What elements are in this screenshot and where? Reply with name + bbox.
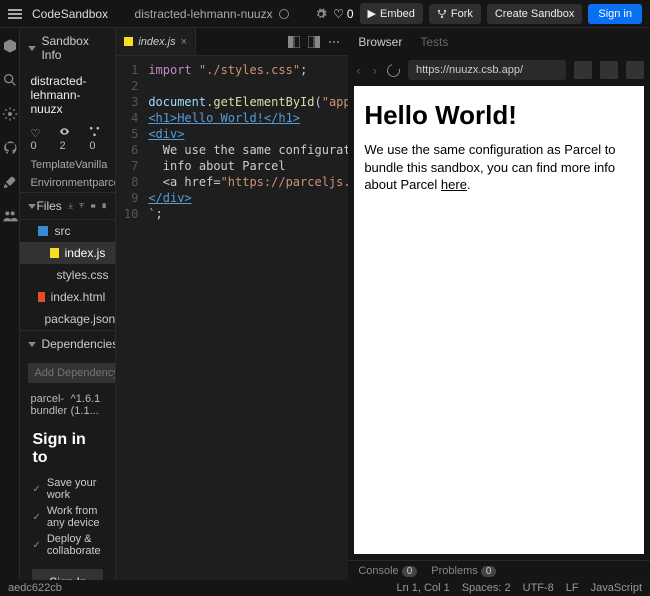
dependencies-header[interactable]: Dependencies xyxy=(20,330,115,357)
template-value: Vanilla xyxy=(75,159,107,171)
editor-pane: index.js × 12345678910 import "./styles.… xyxy=(116,28,348,580)
encoding-indicator[interactable]: UTF-8 xyxy=(523,582,554,594)
sidebar: Sandbox Info distracted-lehmann-nuuzx ♡ … xyxy=(20,28,116,580)
signin-benefit-2: Work from any device xyxy=(32,505,103,529)
close-tab-icon[interactable]: × xyxy=(181,36,187,48)
eol-indicator[interactable]: LF xyxy=(566,582,579,594)
globe-icon xyxy=(279,9,289,19)
search-icon[interactable] xyxy=(2,72,18,88)
js-icon xyxy=(50,248,58,258)
back-icon[interactable]: ‹ xyxy=(354,63,362,78)
preview-opt1-icon[interactable] xyxy=(574,61,592,79)
cube-icon[interactable] xyxy=(2,38,18,54)
folder-src[interactable]: src xyxy=(20,220,115,242)
file-styles-css[interactable]: styles.css xyxy=(20,264,115,286)
signin-button[interactable]: Sign in xyxy=(588,4,642,24)
activity-rail xyxy=(0,28,20,580)
env-value: parcel xyxy=(92,177,116,189)
signin-title: Sign in to xyxy=(32,431,103,467)
file-package-json[interactable]: package.json xyxy=(20,308,115,330)
console-tab[interactable]: Console 0 xyxy=(358,565,417,577)
likes[interactable]: ♡ 0 xyxy=(333,7,353,21)
language-indicator[interactable]: JavaScript xyxy=(591,582,642,594)
file-index-html[interactable]: index.html xyxy=(20,286,115,308)
open-new-window-icon[interactable] xyxy=(626,61,644,79)
dependency-row[interactable]: parcel-bundler^1.6.1 (1.1... xyxy=(20,389,115,421)
forward-icon[interactable]: › xyxy=(371,63,379,78)
files-header[interactable]: Files xyxy=(20,192,115,220)
preview-paragraph: We use the same configuration as Parcel … xyxy=(364,141,634,194)
fork-button[interactable]: Fork xyxy=(429,4,481,24)
preview-heading: Hello World! xyxy=(364,100,634,131)
view-count: 2 xyxy=(59,126,75,152)
app-name: CodeSandbox xyxy=(32,7,108,21)
line-gutter: 12345678910 xyxy=(116,56,144,580)
split-left-icon[interactable] xyxy=(288,36,300,48)
new-file-icon[interactable] xyxy=(102,201,107,211)
here-link[interactable]: here xyxy=(441,177,467,192)
commit-hash[interactable]: aedc622cb xyxy=(8,582,62,594)
heart-count: ♡ 0 xyxy=(30,127,45,152)
download-icon[interactable] xyxy=(68,201,73,211)
github-icon[interactable] xyxy=(2,140,18,156)
sandbox-info-header[interactable]: Sandbox Info xyxy=(20,28,115,68)
problems-tab[interactable]: Problems 0 xyxy=(431,565,496,577)
folder-icon xyxy=(38,226,48,236)
add-dependency-input[interactable] xyxy=(28,363,116,383)
editor-tab-indexjs[interactable]: index.js × xyxy=(116,28,196,55)
sidebar-signin-button[interactable]: Sign In xyxy=(32,569,103,580)
sandbox-name: distracted-lehmann-nuuzx xyxy=(20,68,115,122)
settings-icon[interactable] xyxy=(315,8,327,20)
signin-benefit-3: Deploy & collaborate xyxy=(32,533,103,557)
preview-opt2-icon[interactable] xyxy=(600,61,618,79)
preview-pane: Browser Tests ‹ › Hello World! We use th… xyxy=(348,28,650,580)
preview-frame: Hello World! We use the same configurati… xyxy=(354,86,644,554)
split-right-icon[interactable] xyxy=(308,36,320,48)
code-body[interactable]: import "./styles.css"; document.getEleme… xyxy=(144,56,348,580)
settings-rail-icon[interactable] xyxy=(2,106,18,122)
create-sandbox-button[interactable]: Create Sandbox xyxy=(487,4,583,24)
html-icon xyxy=(38,292,44,302)
new-folder-icon[interactable] xyxy=(91,201,96,211)
people-icon[interactable] xyxy=(2,208,18,224)
reload-icon[interactable] xyxy=(385,61,403,79)
menu-icon[interactable] xyxy=(8,9,22,19)
embed-button[interactable]: ▶ Embed xyxy=(360,3,423,24)
file-index-js[interactable]: index.js xyxy=(20,242,115,264)
template-label: Template xyxy=(30,159,75,171)
sandbox-title[interactable]: distracted-lehmann-nuuzx xyxy=(135,7,273,21)
more-icon[interactable] xyxy=(328,36,340,48)
fork-count: 0 xyxy=(89,126,105,152)
env-label: Environment xyxy=(30,177,92,189)
status-bar: aedc622cb Ln 1, Col 1 Spaces: 2 UTF-8 LF… xyxy=(0,580,650,596)
browser-tab[interactable]: Browser xyxy=(358,35,402,49)
cursor-position[interactable]: Ln 1, Col 1 xyxy=(397,582,450,594)
rocket-icon[interactable] xyxy=(2,174,18,190)
signin-benefit-1: Save your work xyxy=(32,477,103,501)
tests-tab[interactable]: Tests xyxy=(420,35,448,49)
code-editor[interactable]: 12345678910 import "./styles.css"; docum… xyxy=(116,56,348,580)
spaces-indicator[interactable]: Spaces: 2 xyxy=(462,582,511,594)
url-input[interactable] xyxy=(408,60,566,80)
upload-icon[interactable] xyxy=(79,201,84,211)
js-icon xyxy=(124,37,133,46)
